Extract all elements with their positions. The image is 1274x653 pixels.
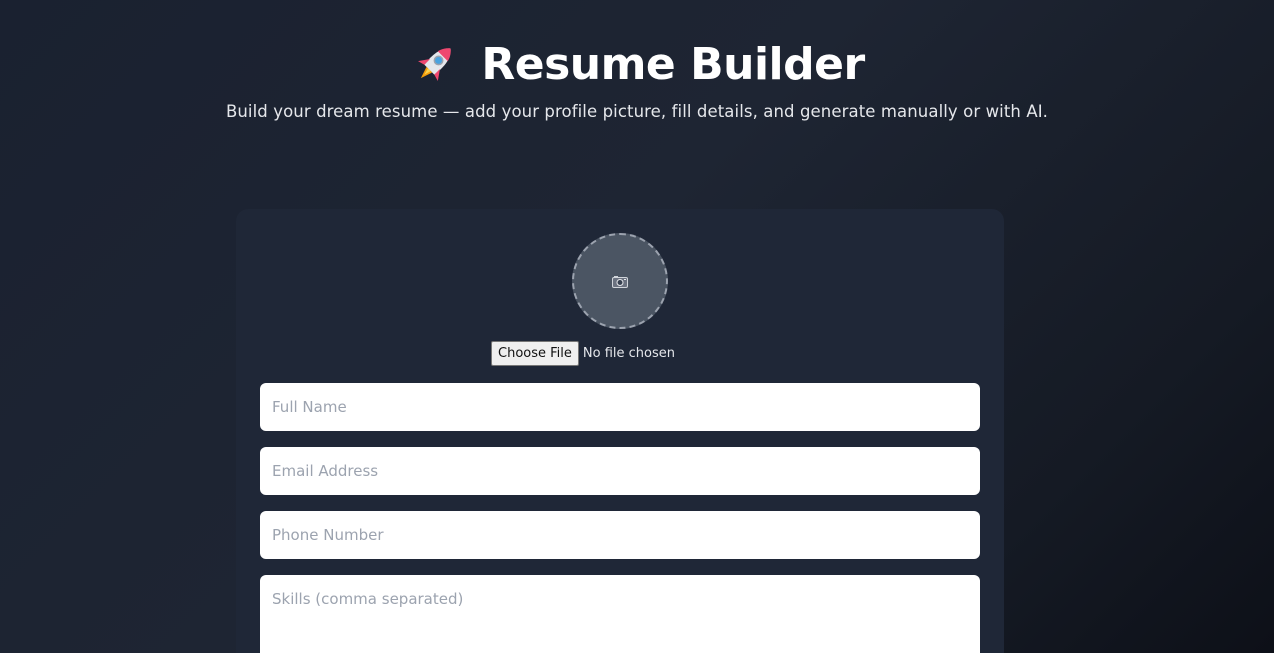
skills-placeholder: Skills (comma separated) bbox=[272, 590, 464, 608]
page-subtitle: Build your dream resume — add your profi… bbox=[225, 102, 1049, 121]
rocket-icon bbox=[418, 48, 452, 81]
phone-input[interactable]: Phone Number bbox=[260, 511, 980, 559]
email-input[interactable]: Email Address bbox=[260, 447, 980, 495]
email-placeholder: Email Address bbox=[272, 462, 379, 480]
full-name-input[interactable]: Full Name bbox=[260, 383, 980, 431]
resume-form-card: Choose File No file chosen Full Name Ema… bbox=[236, 209, 1004, 653]
page-title: Resume Builder bbox=[481, 38, 865, 90]
file-status: No file chosen bbox=[582, 346, 675, 361]
choose-file-button[interactable]: Choose File bbox=[491, 341, 579, 366]
title-row: Resume Builder bbox=[0, 36, 1274, 92]
profile-picture-preview[interactable] bbox=[572, 233, 668, 329]
camera-icon bbox=[612, 275, 628, 288]
phone-placeholder: Phone Number bbox=[272, 526, 384, 544]
skills-textarea[interactable]: Skills (comma separated) bbox=[260, 575, 980, 653]
file-upload: Choose File No file chosen bbox=[491, 341, 675, 366]
page-header: Resume Builder Build your dream resume —… bbox=[0, 36, 1274, 122]
full-name-placeholder: Full Name bbox=[272, 398, 347, 416]
